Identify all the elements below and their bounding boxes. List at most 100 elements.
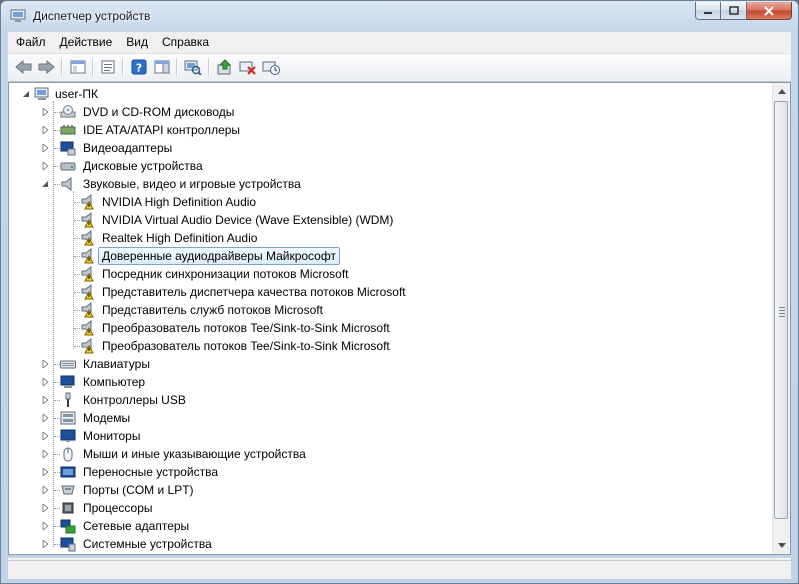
expand-arrow-icon bbox=[42, 360, 48, 368]
menu-file[interactable]: Файл bbox=[10, 33, 52, 52]
device-item[interactable]: NVIDIA Virtual Audio Device (Wave Extens… bbox=[9, 211, 749, 229]
expand-arrow-icon bbox=[42, 540, 48, 548]
category-system[interactable]: Системные устройства bbox=[9, 535, 749, 553]
category-label: Мониторы bbox=[83, 429, 141, 443]
portable-device-icon bbox=[60, 466, 76, 478]
category-portable[interactable]: Переносные устройства bbox=[9, 463, 749, 481]
category-mouse[interactable]: Мыши и иные указывающие устройства bbox=[9, 445, 749, 463]
expand-arrow-icon bbox=[42, 162, 48, 170]
help-button[interactable]: ? bbox=[129, 58, 149, 76]
scrollbar-thumb[interactable] bbox=[774, 101, 788, 519]
device-item[interactable]: Представитель диспетчера качества потоко… bbox=[9, 283, 749, 301]
category-keyboard[interactable]: Клавиатуры bbox=[9, 355, 749, 373]
port-icon bbox=[61, 485, 75, 495]
speaker-warning-icon bbox=[81, 194, 94, 210]
device-item-selected[interactable]: Доверенные аудиодрайверы Майкрософт bbox=[9, 247, 749, 265]
menu-help[interactable]: Справка bbox=[156, 33, 215, 52]
update-driver-icon bbox=[217, 59, 232, 75]
maximize-button[interactable] bbox=[721, 2, 747, 20]
collapse-arrow-icon bbox=[23, 91, 29, 97]
action-pane-button[interactable] bbox=[152, 58, 172, 76]
device-item[interactable]: Преобразователь потоков Tee/Sink-to-Sink… bbox=[9, 337, 749, 355]
device-label: Преобразователь потоков Tee/Sink-to-Sink… bbox=[102, 321, 390, 335]
category-dvd[interactable]: DVD и CD-ROM дисководы bbox=[9, 103, 749, 121]
back-button[interactable] bbox=[14, 58, 34, 76]
scan-hardware-button[interactable] bbox=[183, 58, 203, 76]
computer-icon bbox=[34, 87, 49, 100]
uninstall-device-icon bbox=[262, 61, 280, 75]
forward-button[interactable] bbox=[36, 58, 56, 76]
category-label: Звуковые, видео и игровые устройства bbox=[83, 177, 301, 191]
category-monitor[interactable]: Мониторы bbox=[9, 427, 749, 445]
category-label: Контроллеры USB bbox=[83, 393, 186, 407]
device-item[interactable]: Realtek High Definition Audio bbox=[9, 229, 749, 247]
category-ide[interactable]: IDE ATA/ATAPI контроллеры bbox=[9, 121, 749, 139]
category-label: Системные устройства bbox=[83, 537, 212, 551]
title-bar[interactable]: Диспетчер устройств bbox=[1, 1, 798, 31]
status-bar bbox=[8, 557, 791, 579]
speaker-icon bbox=[61, 176, 72, 192]
expand-arrow-icon bbox=[42, 504, 48, 512]
caption-buttons bbox=[695, 2, 792, 22]
disable-device-button[interactable] bbox=[238, 58, 258, 76]
expand-arrow-icon bbox=[42, 414, 48, 422]
show-hide-tree-icon bbox=[70, 60, 86, 74]
disk-drive-icon bbox=[60, 162, 76, 171]
expand-arrow-icon bbox=[42, 468, 48, 476]
category-processor[interactable]: Процессоры bbox=[9, 499, 749, 517]
device-label: Доверенные аудиодрайверы Майкрософт bbox=[98, 247, 340, 265]
back-arrow-icon bbox=[15, 60, 32, 74]
menu-action[interactable]: Действие bbox=[54, 33, 119, 52]
show-hide-tree-button[interactable] bbox=[68, 58, 88, 76]
category-label: Мыши и иные указывающие устройства bbox=[83, 447, 306, 461]
device-label: NVIDIA Virtual Audio Device (Wave Extens… bbox=[102, 213, 394, 227]
uninstall-device-button[interactable] bbox=[261, 58, 281, 76]
toolbar-separator bbox=[92, 59, 94, 76]
category-sound[interactable]: Звуковые, видео и игровые устройства bbox=[9, 175, 749, 193]
device-tree: user-ПК DVD и CD-ROM дисководы IDE ATA/A… bbox=[9, 83, 773, 554]
mouse-icon bbox=[63, 447, 73, 462]
scroll-down-button[interactable] bbox=[773, 537, 790, 554]
category-ports[interactable]: Порты (COM и LPT) bbox=[9, 481, 749, 499]
speaker-warning-icon bbox=[81, 266, 94, 282]
category-disk[interactable]: Дисковые устройства bbox=[9, 157, 749, 175]
category-label: Порты (COM и LPT) bbox=[83, 483, 194, 497]
expand-arrow-icon bbox=[42, 126, 48, 134]
category-usb[interactable]: Контроллеры USB bbox=[9, 391, 749, 409]
display-adapter-icon bbox=[60, 141, 76, 156]
properties-button[interactable] bbox=[98, 58, 118, 76]
network-adapter-icon bbox=[60, 519, 76, 534]
category-label: Клавиатуры bbox=[83, 357, 150, 371]
toolbar-separator bbox=[208, 59, 210, 76]
category-modem[interactable]: Модемы bbox=[9, 409, 749, 427]
category-label: Видеоадаптеры bbox=[83, 141, 173, 155]
collapse-arrow-icon bbox=[42, 181, 48, 187]
toolbar-separator bbox=[176, 59, 178, 76]
device-item[interactable]: Посредник синхронизации потоков Microsof… bbox=[9, 265, 749, 283]
device-item[interactable]: Представитель служб потоков Microsoft bbox=[9, 301, 749, 319]
close-button[interactable] bbox=[747, 2, 792, 20]
arrow-up-icon bbox=[777, 89, 786, 94]
category-computer[interactable]: Компьютер bbox=[9, 373, 749, 391]
menu-view[interactable]: Вид bbox=[120, 33, 154, 52]
speaker-warning-icon bbox=[81, 230, 94, 246]
minimize-button[interactable] bbox=[695, 2, 721, 20]
toolbar-separator bbox=[122, 59, 124, 76]
device-item[interactable]: NVIDIA High Definition Audio bbox=[9, 193, 749, 211]
speaker-warning-icon bbox=[81, 284, 94, 300]
device-tree-pane[interactable]: user-ПК DVD и CD-ROM дисководы IDE ATA/A… bbox=[8, 82, 791, 555]
disable-device-icon bbox=[239, 61, 256, 75]
scroll-up-button[interactable] bbox=[773, 83, 790, 100]
category-network[interactable]: Сетевые адаптеры bbox=[9, 517, 749, 535]
device-label: Представитель служб потоков Microsoft bbox=[102, 303, 323, 317]
vertical-scrollbar[interactable] bbox=[772, 83, 790, 554]
device-label: Realtek High Definition Audio bbox=[102, 231, 258, 245]
update-driver-button[interactable] bbox=[215, 58, 235, 76]
category-display[interactable]: Видеоадаптеры bbox=[9, 139, 749, 157]
expand-arrow-icon bbox=[42, 144, 48, 152]
tree-root[interactable]: user-ПК bbox=[9, 85, 749, 103]
speaker-warning-icon bbox=[81, 338, 94, 354]
expand-arrow-icon bbox=[42, 378, 48, 386]
system-device-icon bbox=[60, 537, 76, 552]
device-item[interactable]: Преобразователь потоков Tee/Sink-to-Sink… bbox=[9, 319, 749, 337]
